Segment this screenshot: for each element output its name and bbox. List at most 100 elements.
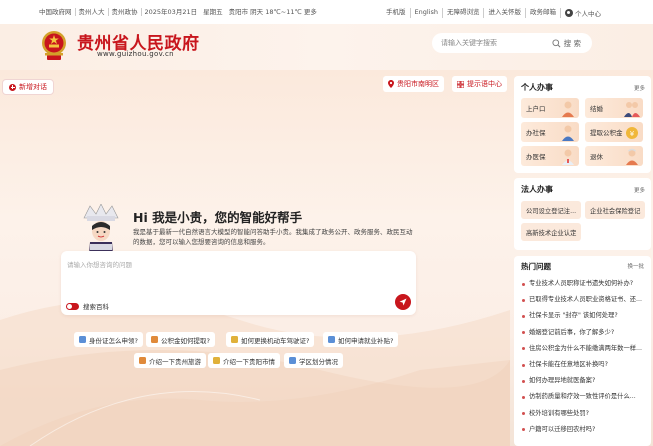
suggestion-chip[interactable]: 身份证怎么申领? [74,332,143,347]
question-text: 住房公积金为什么不能缴满两年数一样... [529,344,643,352]
question-text: 社保卡能在任意地区补换吗? [529,360,608,368]
doctor-icon [562,149,574,165]
legal-services-panel: 法人办事 更多 公司设立登记注... 企业社会保险登记 高新技术企业认定 [514,178,651,250]
site-search-input[interactable] [441,39,551,47]
list-item[interactable]: 户籍可以迁移回农村吗? [522,422,649,438]
fund-icon [151,336,158,343]
assistant-intro: 我是基于最新一代自然语言大模型的智能问答助手小贵。我集成了政务公开、政务服务、政… [133,228,413,246]
service-label: 结婚 [590,105,603,113]
send-button[interactable] [395,294,411,310]
suggestion-label: 如何更换机动车驾驶证? [241,336,310,345]
new-chat-button[interactable]: 新增对话 [2,79,54,95]
top-utility-bar: 中国政府网 贵州人大 贵州政协 2025年03月21日 星期五 贵阳市 阴天 1… [0,0,653,24]
top-links-left: 中国政府网 贵州人大 贵州政协 2025年03月21日 星期五 贵阳市 阴天 1… [39,8,320,16]
bullet-icon [522,412,525,416]
question-text: 仿制药质量和疗效一致性评价是什么... [529,393,636,401]
suggestion-chip[interactable]: 介绍一下贵州旅游 [134,353,206,368]
suggestion-label: 介绍一下贵州旅游 [149,357,201,366]
list-item[interactable]: 住房公积金为什么不能缴满两年数一样... [522,341,649,357]
hot-questions-title: 热门问题 [521,262,551,271]
main-area: 新增对话 贵阳市南明区 提示语中心 Hi 我是小贵，您的智能好帮手 我是基于最新… [0,70,653,446]
bullet-icon [522,347,525,351]
travel-icon [139,357,146,364]
link-gov-cn[interactable]: 中国政府网 [39,8,76,16]
school-icon [289,357,296,364]
link-mobile[interactable]: 手机版 [386,8,411,18]
question-text: 已取得专业技术人员职业资格证书、还... [529,296,643,304]
hot-questions-panel: 热门问题 换一批 专业技术人员职称证书遗失如何补办? 已取得专业技术人员职业资格… [514,256,651,446]
coin-icon: ¥ [626,127,638,139]
service-marriage[interactable]: 结婚 [585,98,643,118]
legal-more-link[interactable]: 更多 [634,186,645,194]
suggestion-chip[interactable]: 介绍一下贵阳市情 [208,353,280,368]
list-item[interactable]: 社保卡能在任意地区补换吗? [522,357,649,373]
national-emblem-icon [42,31,66,60]
list-item[interactable]: 已取得专业技术人员职业资格证书、还... [522,292,649,308]
refresh-questions-button[interactable]: 换一批 [627,262,644,270]
grid-icon [457,80,464,88]
send-icon [399,298,407,306]
search-button[interactable]: 搜 索 [552,38,581,49]
question-text: 专业技术人员职称证书遗失如何补办? [529,280,634,287]
license-icon [231,336,238,343]
bullet-icon [522,428,525,432]
service-household[interactable]: 上户口 [521,98,579,118]
list-item[interactable]: 仿制药质量和疗效一致性评价是什么... [522,389,649,405]
hot-questions-list: 专业技术人员职称证书遗失如何补办? 已取得专业技术人员职业资格证书、还... 社… [522,276,649,438]
encyclopedia-toggle[interactable] [66,302,79,310]
legal-services-title: 法人办事 [521,185,553,194]
chat-input[interactable] [67,259,397,279]
service-label: 办社保 [526,129,546,137]
suggestion-chip[interactable]: 学区划分情况 [284,353,343,368]
suggestion-chip[interactable]: 公积金如何提取? [146,332,215,347]
user-icon [564,9,573,17]
question-text: 如何办理异地就医备案? [529,377,596,385]
service-label: 上户口 [526,105,546,113]
link-gz-cppcc[interactable]: 贵州政协 [109,8,142,16]
question-text: 社保卡显示 "封存" 该如何处理? [529,312,618,320]
chat-input-box: 搜索百科 [61,251,416,315]
question-text: 校外培训有哪些处罚? [529,409,590,417]
bullet-icon [522,379,525,383]
link-accessibility[interactable]: 无障碍浏览 [443,8,485,18]
service-enterprise-insurance[interactable]: 企业社会保险登记 [585,201,646,219]
service-retirement[interactable]: 退休 [585,146,643,166]
suggestion-label: 公积金如何提取? [161,336,210,345]
list-item[interactable]: 婚姻登记前后事，你了解多少? [522,325,649,341]
link-gov-mail[interactable]: 政务邮箱 [526,8,561,18]
bullet-icon [522,282,525,286]
service-housing-fund[interactable]: 提取公积金 ¥ [585,122,643,142]
weather-text[interactable]: 贵阳市 阴天 18℃~11℃ 更多 [226,8,320,16]
service-label: 办医保 [526,153,546,161]
location-pin-icon [388,80,394,88]
subsidy-icon [328,336,335,343]
tips-center-button[interactable]: 提示语中心 [452,76,507,92]
link-care-mode[interactable]: 进入关怀版 [484,8,526,18]
list-item[interactable]: 校外培训有哪些处罚? [522,406,649,422]
service-hightech-certification[interactable]: 高新技术企业认定 [521,223,582,241]
bullet-icon [522,363,525,367]
list-item[interactable]: 社保卡显示 "封存" 该如何处理? [522,308,649,324]
bullet-icon [522,298,525,302]
question-text: 户籍可以迁移回农村吗? [529,425,596,433]
city-icon [213,357,220,364]
encyclopedia-toggle-wrap: 搜索百科 [66,301,109,311]
user-center-link[interactable]: 个人中心 [561,8,601,18]
top-links-right: 手机版 English 无障碍浏览 进入关怀版 政务邮箱 个人中心 [386,8,601,18]
assistant-greeting: Hi 我是小贵，您的智能好帮手 [133,210,303,225]
service-medical-insurance[interactable]: 办医保 [521,146,579,166]
link-english[interactable]: English [411,8,443,18]
bullet-icon [522,395,525,399]
personal-more-link[interactable]: 更多 [634,84,645,92]
suggestion-chip[interactable]: 如何申请就业补贴? [323,332,399,347]
service-social-security[interactable]: 办社保 [521,122,579,142]
service-company-registration[interactable]: 公司设立登记注... [521,201,582,219]
list-item[interactable]: 如何办理异地就医备案? [522,373,649,389]
location-selector[interactable]: 贵阳市南明区 [383,76,444,92]
user-center-label: 个人中心 [574,10,601,18]
tips-center-label: 提示语中心 [467,80,502,88]
service-label: 退休 [590,153,603,161]
suggestion-chip[interactable]: 如何更换机动车驾驶证? [226,332,315,347]
list-item[interactable]: 专业技术人员职称证书遗失如何补办? [522,276,649,292]
link-gz-npc[interactable]: 贵州人大 [76,8,109,16]
